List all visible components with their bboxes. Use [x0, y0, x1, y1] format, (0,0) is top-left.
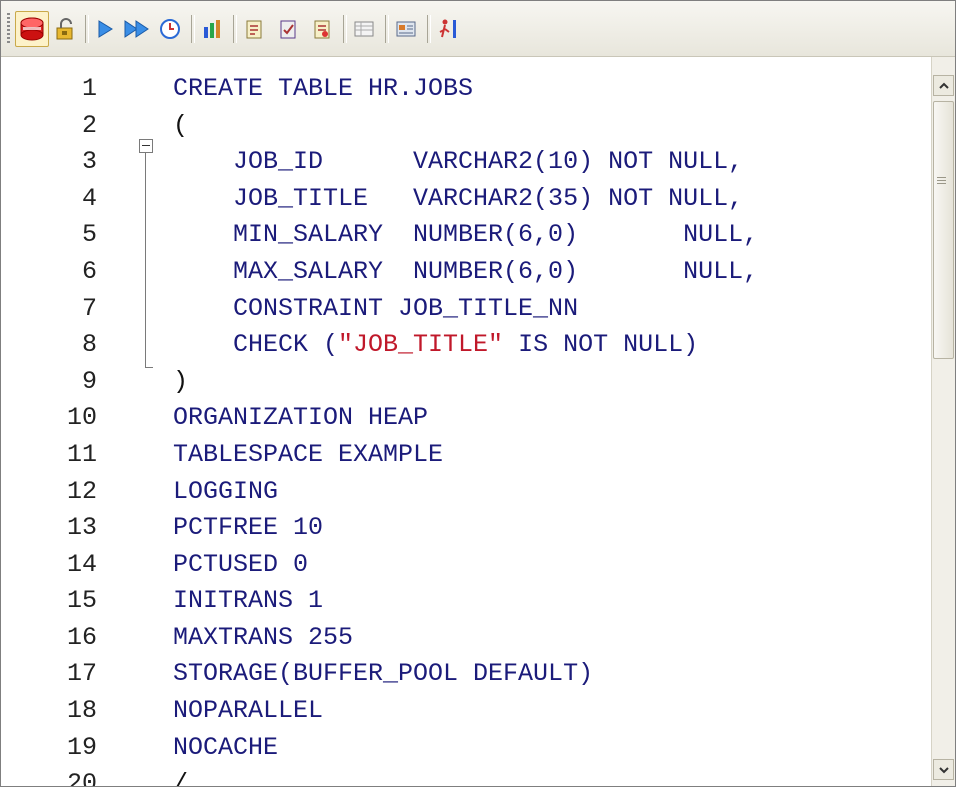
- string-literal: "JOB_TITLE": [338, 330, 504, 359]
- explain-plan-icon: [204, 20, 220, 38]
- code-line: LOGGING: [173, 477, 279, 506]
- line-number: 17: [66, 659, 97, 688]
- toolbar-separator: [191, 15, 195, 43]
- scrollbar-grip: [937, 177, 946, 185]
- toolbar: [1, 1, 955, 57]
- code-token: IS NOT NULL): [503, 330, 699, 359]
- results-grid-button[interactable]: [349, 11, 379, 47]
- fold-guide-end: [145, 367, 153, 368]
- code-line: PCTFREE 10: [173, 513, 324, 542]
- scroll-down-button[interactable]: [933, 759, 954, 780]
- line-number: 11: [66, 440, 97, 469]
- vertical-scrollbar[interactable]: [931, 57, 955, 786]
- toolbar-separator: [385, 15, 389, 43]
- line-number: 13: [66, 513, 97, 542]
- line-number: 7: [81, 294, 97, 323]
- properties-button[interactable]: [391, 11, 421, 47]
- code-line: STORAGE(BUFFER_POOL DEFAULT): [173, 659, 594, 688]
- code-line: JOB_TITLE VARCHAR2(35) NOT NULL,: [173, 184, 744, 213]
- chevron-up-icon: [938, 82, 949, 89]
- execute-button[interactable]: [91, 11, 119, 47]
- run-icon: [98, 20, 113, 38]
- scroll-up-button[interactable]: [933, 75, 954, 96]
- line-number: 16: [66, 623, 97, 652]
- code-line: MAX_SALARY NUMBER(6,0) NULL,: [173, 257, 759, 286]
- step-into-icon: [439, 19, 456, 38]
- line-number: 6: [81, 257, 97, 286]
- run-all-icon: [124, 20, 149, 38]
- line-number: 14: [66, 550, 97, 579]
- line-number: 3: [81, 147, 97, 176]
- code-line: JOB_ID VARCHAR2(10) NOT NULL,: [173, 147, 744, 176]
- code-line: CREATE TABLE HR.JOBS: [173, 74, 474, 103]
- code-line: MAXTRANS 255: [173, 623, 354, 652]
- code-line: NOCACHE: [173, 733, 279, 762]
- explain-plan-button[interactable]: [197, 11, 227, 47]
- line-number: 5: [81, 220, 97, 249]
- lock-icon: [56, 18, 73, 40]
- scrollbar-thumb[interactable]: [933, 101, 954, 359]
- connect-button[interactable]: [15, 11, 49, 47]
- line-number: 19: [66, 733, 97, 762]
- toolbar-separator: [343, 15, 347, 43]
- code-line: ): [173, 367, 189, 396]
- commit-button[interactable]: [239, 11, 269, 47]
- code-line: MIN_SALARY NUMBER(6,0) NULL,: [173, 220, 759, 249]
- properties-icon: [396, 21, 416, 37]
- toolbar-separator: [427, 15, 431, 43]
- line-number: 18: [66, 696, 97, 725]
- code-line: /: [173, 769, 189, 786]
- line-number: 15: [66, 586, 97, 615]
- chevron-down-icon: [938, 766, 949, 773]
- rollback-button[interactable]: [307, 11, 337, 47]
- code-editor[interactable]: 1 CREATE TABLE HR.JOBS 2 ( 3 JOB_ID VARC…: [1, 57, 931, 786]
- rollback-icon: [314, 20, 330, 39]
- clock-icon: [160, 19, 180, 39]
- commit-icon: [246, 20, 262, 39]
- code-line: NOPARALLEL: [173, 696, 324, 725]
- code-line: ORGANIZATION HEAP: [173, 403, 429, 432]
- line-number: 10: [66, 403, 97, 432]
- schedule-button[interactable]: [155, 11, 185, 47]
- line-number: 8: [81, 330, 97, 359]
- fold-guide-line: [145, 153, 146, 367]
- toolbar-separator: [233, 15, 237, 43]
- fold-toggle-button[interactable]: [139, 139, 153, 153]
- execute-all-button[interactable]: [121, 11, 153, 47]
- code-line: CONSTRAINT JOB_TITLE_NN: [173, 294, 579, 323]
- line-number: 12: [66, 477, 97, 506]
- edit-check-button[interactable]: [273, 11, 303, 47]
- code-line: CHECK ("JOB_TITLE" IS NOT NULL): [173, 327, 698, 363]
- code-line: (: [173, 111, 189, 140]
- line-number: 9: [81, 367, 97, 396]
- toolbar-separator: [85, 15, 89, 43]
- line-number: 1: [81, 74, 97, 103]
- grid-icon: [354, 21, 374, 37]
- code-token: CHECK (: [173, 330, 339, 359]
- code-line: PCTUSED 0: [173, 550, 309, 579]
- sql-editor-window: 1 CREATE TABLE HR.JOBS 2 ( 3 JOB_ID VARC…: [0, 0, 956, 787]
- line-number: 4: [81, 184, 97, 213]
- line-number: 2: [81, 111, 97, 140]
- code-line: TABLESPACE EXAMPLE: [173, 440, 444, 469]
- edit-check-icon: [280, 20, 296, 39]
- step-into-button[interactable]: [433, 11, 463, 47]
- database-connect-icon: [20, 17, 44, 41]
- lock-button[interactable]: [51, 11, 79, 47]
- code-line: INITRANS 1: [173, 586, 324, 615]
- toolbar-grip[interactable]: [7, 13, 10, 45]
- line-number: 20: [66, 769, 97, 786]
